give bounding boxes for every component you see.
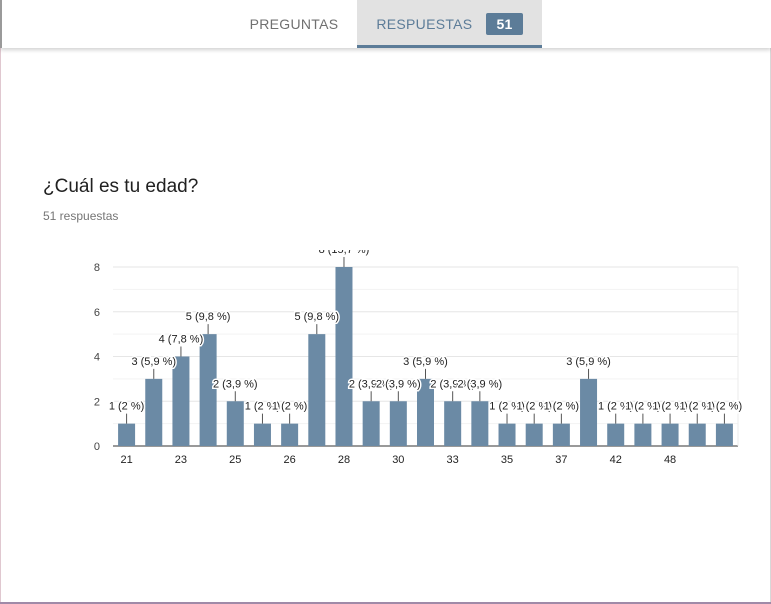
- y-tick-label: 8: [94, 262, 100, 274]
- question-title: ¿Cuál es tu edad?: [43, 176, 199, 197]
- bar: [525, 423, 543, 446]
- y-tick-label: 6: [94, 307, 100, 319]
- data-label: 1 (2 %): [544, 401, 579, 413]
- data-label: 8 (15,7 %): [319, 250, 370, 256]
- bar: [253, 423, 271, 446]
- bar: [552, 423, 570, 446]
- data-label: 2 (3,9 %): [376, 378, 421, 390]
- x-tick-label: 30: [392, 454, 404, 466]
- left-edge-mark: [0, 0, 2, 48]
- bar: [362, 401, 380, 446]
- active-tab-indicator: [357, 45, 542, 48]
- data-label: 5 (9,8 %): [186, 311, 231, 323]
- bar: [118, 423, 136, 446]
- y-tick-label: 4: [94, 352, 100, 364]
- tab-respuestas-label: RESPUESTAS: [376, 16, 473, 32]
- tab-preguntas[interactable]: PREGUNTAS: [232, 0, 356, 48]
- bar: [471, 401, 489, 446]
- bar: [145, 378, 163, 446]
- x-tick-label: 23: [175, 454, 187, 466]
- tab-respuestas[interactable]: RESPUESTAS 51: [357, 0, 542, 48]
- bar: [281, 423, 299, 446]
- x-tick-label: 33: [447, 454, 459, 466]
- bar: [634, 423, 652, 446]
- data-label: 1 (2 %): [109, 401, 144, 413]
- bar: [172, 356, 190, 446]
- bar: [389, 401, 407, 446]
- bar: [335, 267, 353, 446]
- x-tick-label: 25: [229, 454, 241, 466]
- response-count: 51 respuestas: [43, 209, 119, 223]
- responses-count-badge: 51: [486, 13, 523, 35]
- data-label: 1 (2 %): [707, 401, 742, 413]
- y-tick-label: 2: [94, 396, 100, 408]
- data-label: 3 (5,9 %): [403, 356, 448, 368]
- bar: [580, 378, 598, 446]
- response-tabs-bar: PREGUNTAS RESPUESTAS 51: [0, 0, 771, 48]
- y-tick-label: 0: [94, 441, 100, 453]
- bar: [226, 401, 244, 446]
- bar: [607, 423, 625, 446]
- x-tick-label: 42: [610, 454, 622, 466]
- data-label: 3 (5,9 %): [131, 356, 176, 368]
- data-label: 2 (3,9 %): [458, 378, 503, 390]
- tab-preguntas-label: PREGUNTAS: [249, 16, 339, 32]
- age-bar-chart: 0 2 4 6 8 21 23 25 26 28 30 33 35 37 42 48 1 (2 %) 3 (5,9…: [94, 250, 744, 466]
- data-label: 4 (7,8 %): [159, 334, 204, 346]
- x-tick-label: 37: [555, 454, 567, 466]
- x-tick-label: 35: [501, 454, 513, 466]
- x-tick-label: 21: [120, 454, 132, 466]
- data-label: 3 (5,9 %): [566, 356, 611, 368]
- data-label: 5 (9,8 %): [294, 311, 339, 323]
- x-tick-label: 28: [338, 454, 350, 466]
- bar: [715, 423, 733, 446]
- x-tick-label: 48: [664, 454, 676, 466]
- bar: [498, 423, 516, 446]
- bar: [661, 423, 679, 446]
- bar: [444, 401, 462, 446]
- bar: [688, 423, 706, 446]
- data-label: 2 (3,9 %): [213, 378, 258, 390]
- data-label: 1 (2 %): [272, 401, 307, 413]
- bar: [308, 334, 326, 446]
- x-tick-label: 26: [284, 454, 296, 466]
